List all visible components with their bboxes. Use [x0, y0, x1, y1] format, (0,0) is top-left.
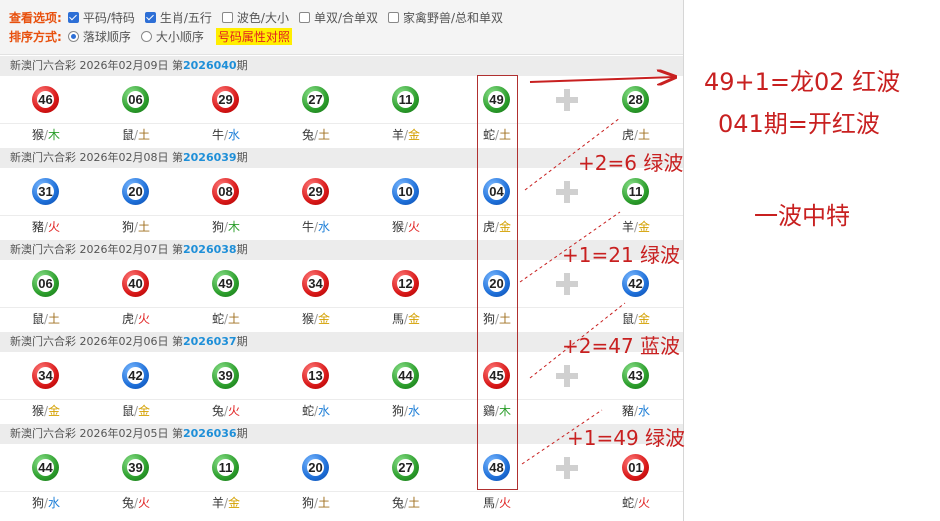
prediction-formula: 49+1=龙02 红波: [704, 68, 901, 96]
prediction-result: 041期=开红波: [718, 110, 880, 138]
arrow-to-prediction: [529, 77, 675, 82]
prediction-title: 一波中特: [754, 202, 850, 230]
annotation-note-3: +2=47 蓝波: [562, 334, 681, 358]
annotation-note-4: +1=49 绿波: [567, 426, 686, 450]
annotation-note-2: +1=21 绿波: [562, 243, 681, 267]
annotation-note-1: +2=6 绿波: [578, 151, 684, 175]
